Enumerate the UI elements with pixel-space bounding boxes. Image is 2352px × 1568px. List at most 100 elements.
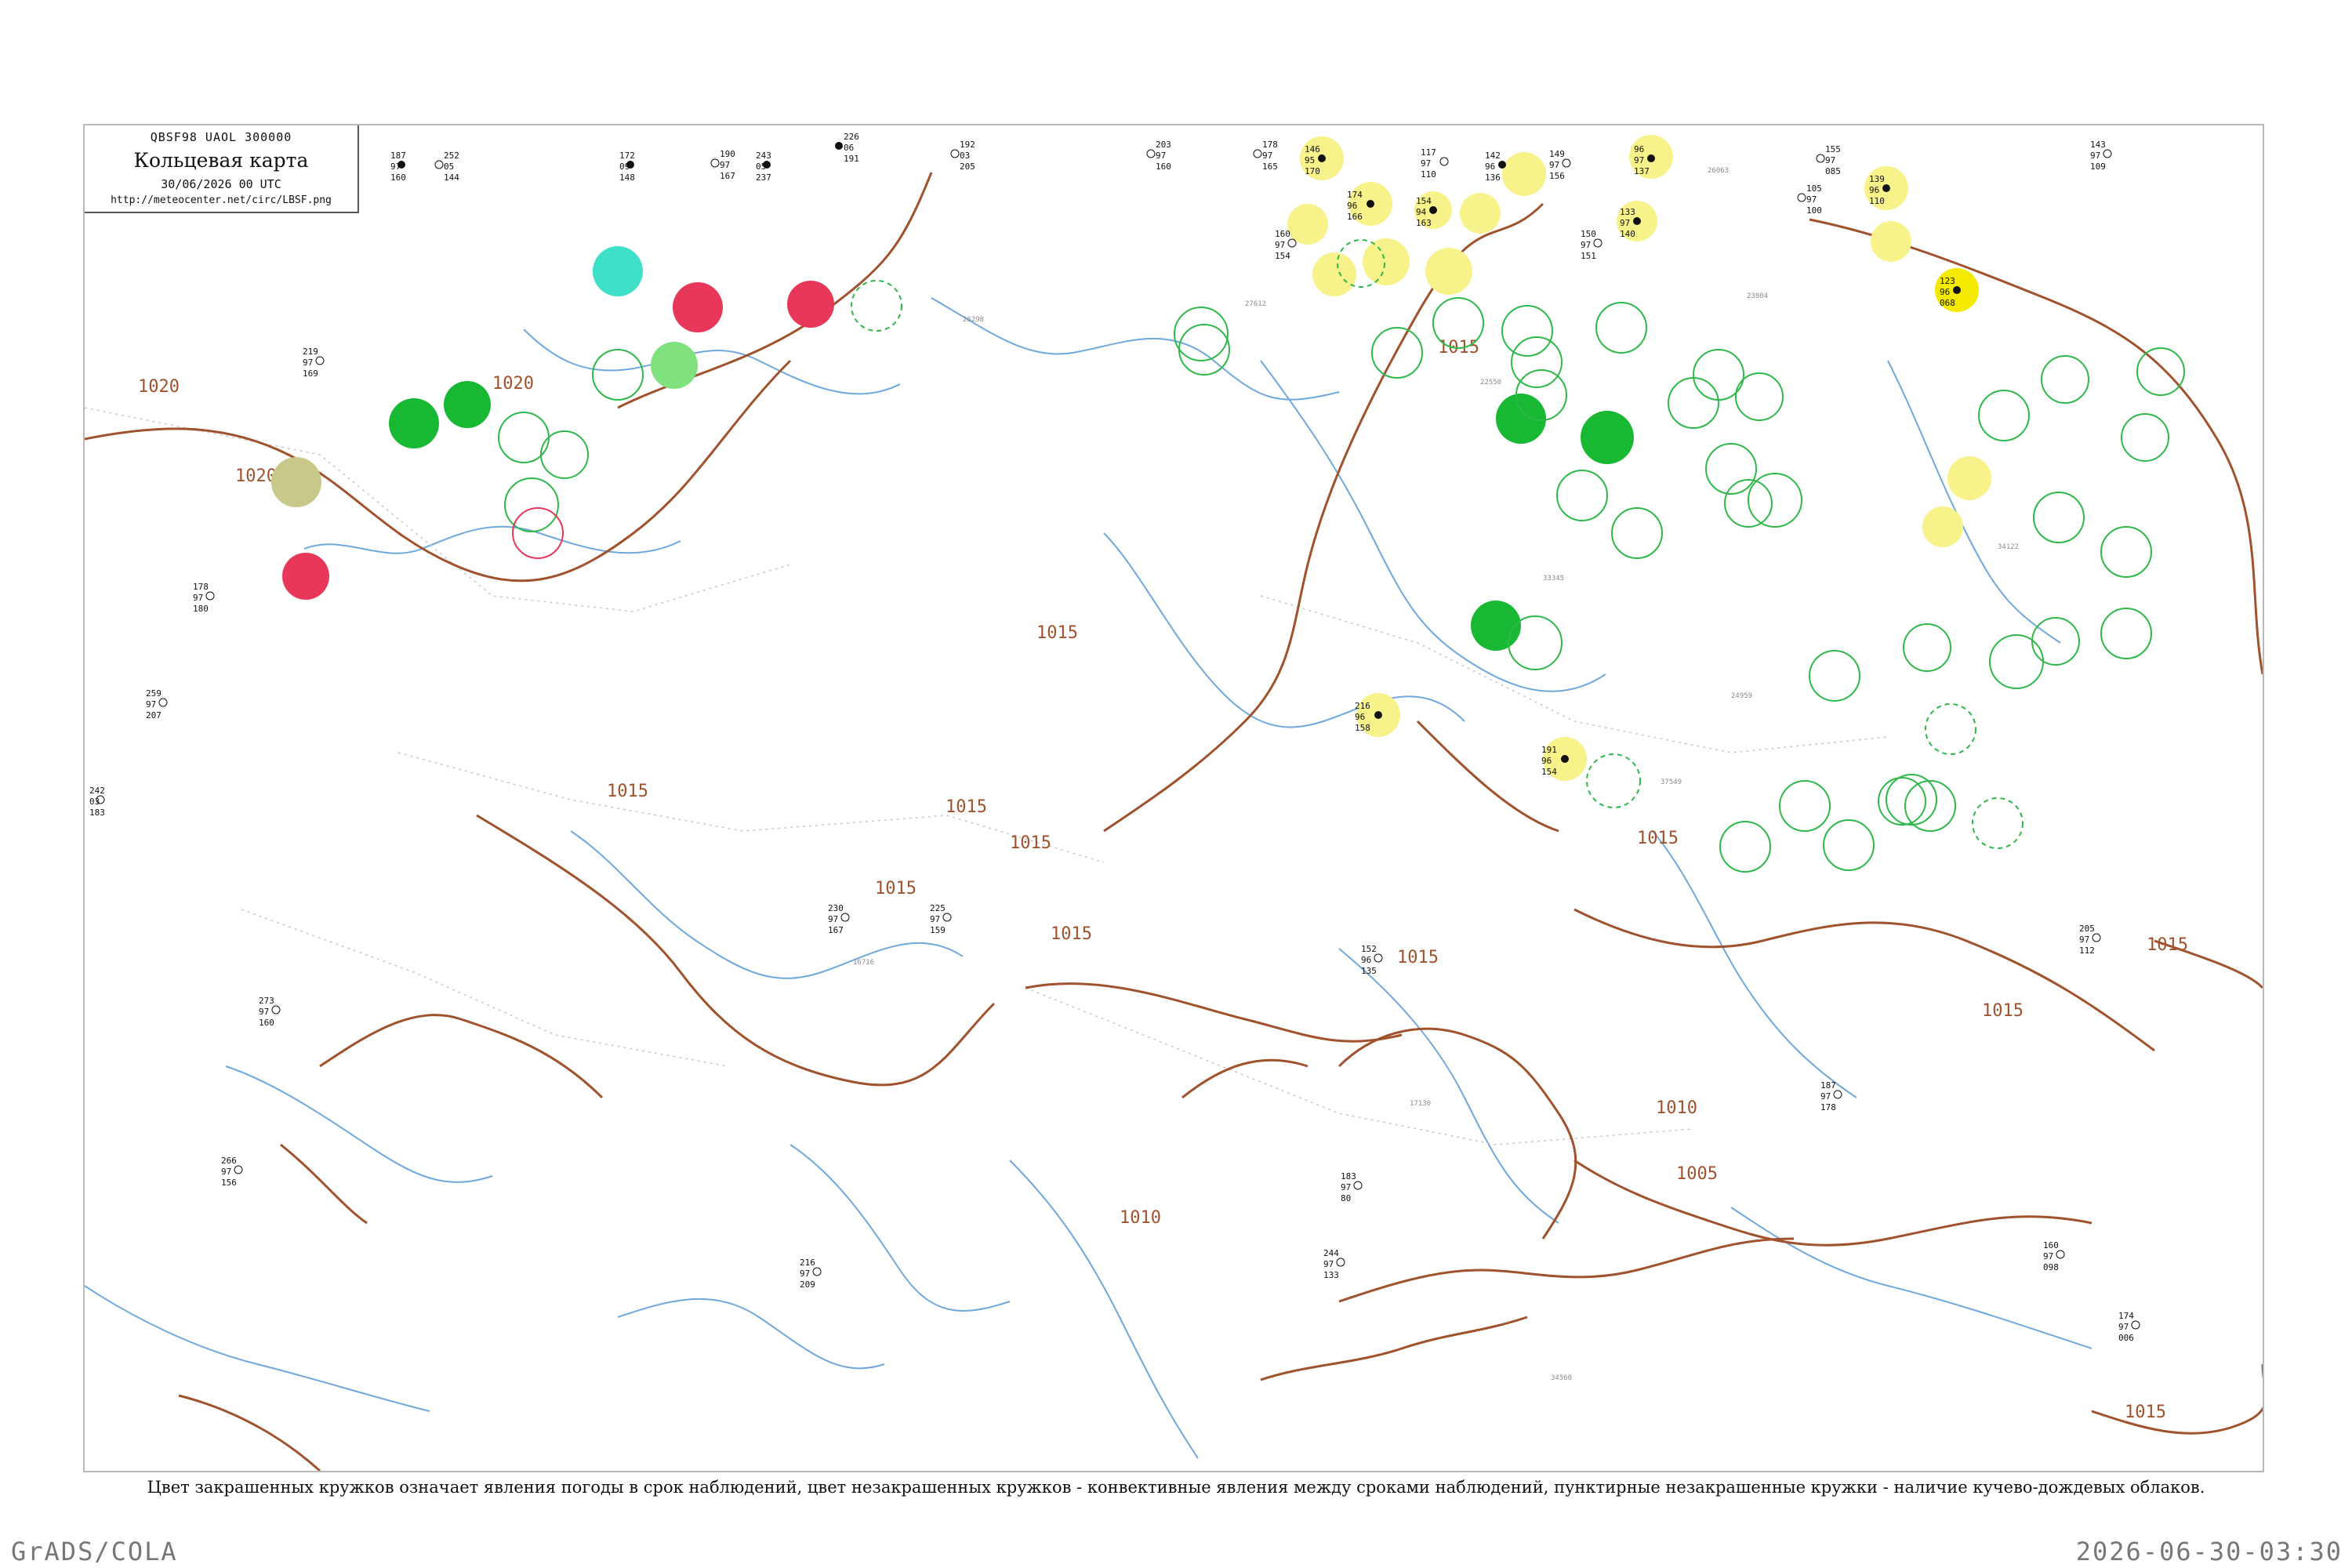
svg-text:178: 178 xyxy=(1262,140,1278,150)
svg-text:225: 225 xyxy=(930,903,946,913)
svg-text:219: 219 xyxy=(303,347,318,357)
svg-text:174: 174 xyxy=(1347,190,1363,200)
svg-text:97: 97 xyxy=(1262,151,1272,161)
svg-text:09: 09 xyxy=(619,162,630,172)
station-id: 24959 xyxy=(1731,692,1752,700)
svg-text:96: 96 xyxy=(1355,712,1365,722)
svg-text:178: 178 xyxy=(193,582,209,592)
svg-text:167: 167 xyxy=(828,925,844,935)
dry-circle xyxy=(1460,193,1501,234)
svg-text:068: 068 xyxy=(1940,298,1955,308)
isobar-label: 1020 xyxy=(138,377,180,397)
svg-text:152: 152 xyxy=(1361,944,1377,954)
svg-text:97: 97 xyxy=(1341,1182,1351,1192)
station-plot: 22606191 xyxy=(835,132,859,164)
svg-text:140: 140 xyxy=(1620,229,1635,239)
svg-text:154: 154 xyxy=(1416,196,1432,206)
svg-text:109: 109 xyxy=(2090,162,2106,172)
svg-text:216: 216 xyxy=(1355,701,1370,711)
station-plot: 11797110 xyxy=(1421,147,1449,180)
svg-text:192: 192 xyxy=(960,140,975,150)
isobar-label: 1005 xyxy=(1676,1164,1718,1184)
svg-text:098: 098 xyxy=(2043,1262,2059,1272)
svg-text:148: 148 xyxy=(619,172,635,183)
svg-text:156: 156 xyxy=(221,1178,237,1188)
station-plots: 18797160 25205144 17209148 19097167 2430… xyxy=(89,132,2140,1343)
isobar-label: 1015 xyxy=(1982,1001,2024,1021)
station-plot: 27397160 xyxy=(259,996,281,1028)
svg-text:100: 100 xyxy=(1806,205,1822,216)
station-id: 16716 xyxy=(853,959,874,967)
svg-text:163: 163 xyxy=(1416,218,1432,228)
svg-text:166: 166 xyxy=(1347,212,1363,222)
isobar-label: 1015 xyxy=(1637,829,1679,848)
svg-text:244: 244 xyxy=(1323,1248,1339,1258)
svg-text:183: 183 xyxy=(1341,1171,1356,1181)
station-plot: 26697156 xyxy=(221,1156,243,1188)
dry-circle xyxy=(1287,204,1328,245)
synoptic-map: 1020 1020 1020 1015 1015 1015 1015 1015 … xyxy=(85,132,2263,1471)
station-plot: 18797160 xyxy=(390,151,406,183)
map-timestamp: 30/06/2026 00 UTC xyxy=(161,177,281,191)
dry-circle xyxy=(1502,152,1546,196)
svg-text:216: 216 xyxy=(800,1258,815,1268)
svg-text:160: 160 xyxy=(1275,229,1290,239)
map-panel: 1020 1020 1020 1015 1015 1015 1015 1015 … xyxy=(83,124,2264,1472)
dry-circle xyxy=(1871,221,1911,262)
svg-text:97: 97 xyxy=(1634,155,1644,165)
isobar-label: 1015 xyxy=(875,879,916,898)
svg-text:97: 97 xyxy=(720,160,730,170)
rain-circle xyxy=(1471,601,1521,651)
svg-text:97: 97 xyxy=(193,593,203,603)
dry-circle xyxy=(1922,506,1963,547)
station-plot: 17897180 xyxy=(193,582,215,614)
svg-text:230: 230 xyxy=(828,903,844,913)
station-plot: 24203183 xyxy=(89,786,105,818)
svg-text:97: 97 xyxy=(800,1269,810,1279)
station-plot: 15097151 xyxy=(1581,229,1602,261)
svg-text:205: 205 xyxy=(960,162,975,172)
svg-text:158: 158 xyxy=(1355,723,1370,733)
svg-text:97: 97 xyxy=(221,1167,231,1177)
svg-text:05: 05 xyxy=(444,162,454,172)
svg-text:170: 170 xyxy=(1305,166,1320,176)
isobar-label: 1015 xyxy=(1036,623,1078,643)
svg-text:174: 174 xyxy=(2118,1311,2134,1321)
station-plot: 19097167 xyxy=(710,149,735,181)
bulletin-code: QBSF98 UAOL 300000 xyxy=(150,130,292,144)
svg-text:160: 160 xyxy=(1156,162,1171,172)
rain-circle xyxy=(444,381,491,428)
svg-text:97: 97 xyxy=(1323,1259,1334,1269)
station-plot: 15296135 xyxy=(1361,944,1383,976)
isobar-label: 1015 xyxy=(1397,948,1439,967)
station-id: 34122 xyxy=(1998,543,2019,551)
svg-text:180: 180 xyxy=(193,604,209,614)
svg-text:105: 105 xyxy=(1806,183,1822,194)
isobar-label: 1015 xyxy=(946,797,987,817)
isobars xyxy=(85,172,2263,1471)
svg-text:156: 156 xyxy=(1549,171,1565,181)
thunderstorm-circle xyxy=(787,281,834,328)
svg-text:133: 133 xyxy=(1620,207,1635,217)
isobar-labels: 1020 1020 1020 1015 1015 1015 1015 1015 … xyxy=(138,338,2188,1422)
rain-circle xyxy=(1496,394,1546,444)
station-plot: 19203205 xyxy=(950,140,975,172)
svg-text:96: 96 xyxy=(1347,201,1357,211)
station-id: 26063 xyxy=(1708,167,1729,175)
svg-text:96: 96 xyxy=(1869,185,1879,195)
svg-text:06: 06 xyxy=(844,143,854,153)
isobar-label: 1010 xyxy=(1656,1098,1697,1118)
station-plot: 21997169 xyxy=(303,347,325,379)
svg-text:133: 133 xyxy=(1323,1270,1339,1280)
station-id: 26298 xyxy=(963,316,984,324)
station-plot: 16097098 xyxy=(2043,1240,2065,1272)
thunderstorm-circle xyxy=(282,553,329,600)
svg-text:143: 143 xyxy=(2090,140,2106,150)
station-plot: 22597159 xyxy=(930,903,952,935)
fog-circle xyxy=(271,457,321,507)
svg-text:187: 187 xyxy=(390,151,406,161)
svg-text:160: 160 xyxy=(2043,1240,2059,1250)
svg-text:160: 160 xyxy=(259,1018,274,1028)
station-id: 34560 xyxy=(1551,1374,1572,1382)
svg-text:96: 96 xyxy=(1634,144,1644,154)
